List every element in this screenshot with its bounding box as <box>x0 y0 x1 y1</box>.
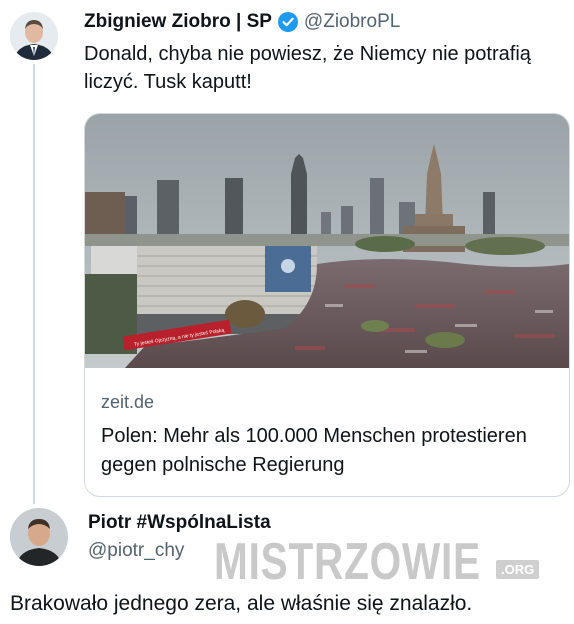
thread-connector-line <box>33 64 35 504</box>
card-photo-warsaw-protest: Ty jesteś Ojczyzną, a nie ty jesteś Pols… <box>85 114 569 368</box>
card-domain[interactable]: zeit.de <box>101 392 154 413</box>
watermark-text: MISTRZOWIE <box>214 533 481 591</box>
reply-text: Brakowało jednego zera, ale właśnie się … <box>10 592 473 615</box>
post-text: Donald, chyba nie powiesz, że Niemcy nie… <box>84 43 531 93</box>
reply-avatar-portrait-image <box>10 508 68 566</box>
verified-badge-icon <box>277 12 298 32</box>
author-name[interactable]: Zbigniew Ziobro | SP <box>84 11 272 33</box>
site-watermark: MISTRZOWIE .ORG <box>214 530 556 588</box>
author-handle[interactable]: @ZiobroPL <box>304 11 400 33</box>
link-preview-card[interactable]: Ty jesteś Ojczyzną, a nie ty jesteś Pols… <box>84 113 570 497</box>
card-title[interactable]: Polen: Mehr als 100.000 Menschen protest… <box>101 422 556 480</box>
avatar-portrait-image <box>10 12 58 60</box>
reply-author-avatar[interactable] <box>10 508 68 566</box>
reply-author-handle[interactable]: @piotr_chy <box>88 540 184 562</box>
watermark-suffix: .ORG <box>496 560 540 579</box>
author-avatar[interactable] <box>10 12 58 60</box>
